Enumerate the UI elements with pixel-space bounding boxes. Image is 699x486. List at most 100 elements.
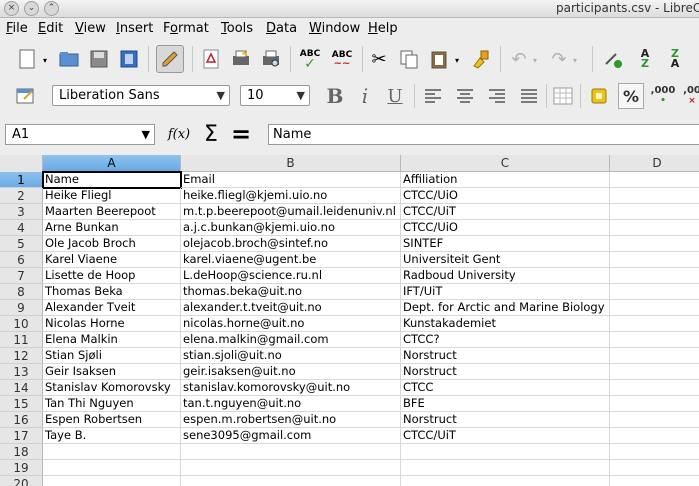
cell-b20[interactable] (181, 476, 401, 486)
cell-b15[interactable]: tan.t.nguyen@uit.no (181, 396, 401, 412)
cell-b18[interactable] (181, 444, 401, 460)
styles-icon[interactable] (12, 83, 38, 109)
row-header[interactable]: 11 (0, 332, 43, 348)
redo-icon[interactable]: ↷ (546, 46, 572, 72)
paste-icon[interactable] (426, 46, 452, 72)
copy-icon[interactable] (396, 46, 422, 72)
cell-b4[interactable]: a.j.c.bunkan@kjemi.uio.no (181, 220, 401, 236)
cell-c19[interactable] (401, 460, 610, 476)
row-header[interactable]: 12 (0, 348, 43, 364)
cell-b6[interactable]: karel.viaene@ugent.be (181, 252, 401, 268)
cell-c7[interactable]: Radboud University (401, 268, 610, 284)
merge-cells-icon[interactable] (550, 83, 576, 109)
cell-b9[interactable]: alexander.t.tveit@uit.no (181, 300, 401, 316)
cell-b7[interactable]: L.deHoop@science.ru.nl (181, 268, 401, 284)
cell-a4[interactable]: Arne Bunkan (43, 220, 181, 236)
cell-d14[interactable] (610, 380, 699, 396)
cell-d8[interactable] (610, 284, 699, 300)
cell-a11[interactable]: Elena Malkin (43, 332, 181, 348)
cell-b12[interactable]: stian.sjoli@uit.no (181, 348, 401, 364)
new-dropdown-icon[interactable]: ▾ (40, 52, 50, 68)
underline-icon[interactable]: U (382, 83, 408, 109)
save-icon[interactable] (86, 46, 112, 72)
cell-c14[interactable]: CTCC (401, 380, 610, 396)
cell-c20[interactable] (401, 476, 610, 486)
cell-c8[interactable]: IFT/UiT (401, 284, 610, 300)
row-header[interactable]: 15 (0, 396, 43, 412)
menu-view[interactable]: View (75, 21, 106, 36)
formula-input[interactable]: Name (268, 124, 699, 145)
open-folder-icon[interactable] (56, 46, 82, 72)
cell-d12[interactable] (610, 348, 699, 364)
menu-file[interactable]: File (6, 21, 28, 36)
cell-c12[interactable]: Norstruct (401, 348, 610, 364)
italic-icon[interactable]: i (352, 83, 378, 109)
row-header[interactable]: 19 (0, 460, 43, 476)
row-header[interactable]: 9 (0, 300, 43, 316)
cell-d6[interactable] (610, 252, 699, 268)
cell-d11[interactable] (610, 332, 699, 348)
cell-c3[interactable]: CTCC/UiT (401, 204, 610, 220)
cell-d1[interactable] (610, 172, 699, 188)
cut-icon[interactable]: ✂ (366, 46, 392, 72)
cell-b2[interactable]: heike.fliegl@kjemi.uio.no (181, 188, 401, 204)
cell-c11[interactable]: CTCC? (401, 332, 610, 348)
row-header[interactable]: 8 (0, 284, 43, 300)
cell-d16[interactable] (610, 412, 699, 428)
cell-a10[interactable]: Nicolas Horne (43, 316, 181, 332)
cell-b13[interactable]: geir.isaksen@uit.no (181, 364, 401, 380)
add-decimal-icon[interactable]: ,000 • (650, 83, 676, 109)
cell-d7[interactable] (610, 268, 699, 284)
menu-tools[interactable]: Tools (221, 21, 253, 36)
pdf-export-icon[interactable] (198, 46, 224, 72)
row-header[interactable]: 17 (0, 428, 43, 444)
cell-c5[interactable]: SINTEF (401, 236, 610, 252)
cell-d4[interactable] (610, 220, 699, 236)
print-preview-icon[interactable] (258, 46, 284, 72)
sort-descending-icon[interactable]: ZA (662, 46, 688, 72)
cell-a17[interactable]: Taye B. (43, 428, 181, 444)
cell-a5[interactable]: Ole Jacob Broch (43, 236, 181, 252)
cell-b16[interactable]: espen.m.robertsen@uit.no (181, 412, 401, 428)
cell-d5[interactable] (610, 236, 699, 252)
justify-icon[interactable] (516, 83, 542, 109)
maximize-window-icon[interactable]: ⌃ (44, 1, 59, 16)
currency-format-icon[interactable] (586, 83, 612, 109)
cell-b3[interactable]: m.t.p.beerepoot@umail.leidenuniv.nl (181, 204, 401, 220)
cell-d13[interactable] (610, 364, 699, 380)
cell-c6[interactable]: Universiteit Gent (401, 252, 610, 268)
cell-a20[interactable] (43, 476, 181, 486)
paste-dropdown-icon[interactable]: ▾ (452, 52, 462, 68)
cell-a16[interactable]: Espen Robertsen (43, 412, 181, 428)
cell-d9[interactable] (610, 300, 699, 316)
cell-d10[interactable] (610, 316, 699, 332)
menu-help[interactable]: Help (368, 21, 398, 36)
font-name-select[interactable]: Liberation Sans ▼ (52, 85, 230, 106)
cell-a19[interactable] (43, 460, 181, 476)
clone-formatting-icon[interactable] (468, 46, 494, 72)
delete-decimal-icon[interactable]: ,00 × (680, 83, 699, 109)
cell-b14[interactable]: stanislav.komorovsky@uit.no (181, 380, 401, 396)
column-header-a[interactable]: A (43, 155, 181, 172)
align-center-icon[interactable] (452, 83, 478, 109)
menu-edit[interactable]: Edit (38, 21, 63, 36)
formula-equals-icon[interactable]: = (228, 120, 254, 148)
edit-mode-icon[interactable] (156, 45, 184, 73)
spellcheck-icon[interactable]: ABC ✓ (296, 46, 324, 72)
cell-b5[interactable]: olejacob.broch@sintef.no (181, 236, 401, 252)
bold-icon[interactable]: B (322, 83, 348, 109)
cell-a8[interactable]: Thomas Beka (43, 284, 181, 300)
cell-c2[interactable]: CTCC/UiO (401, 188, 610, 204)
sum-icon[interactable]: Σ (198, 121, 224, 147)
row-header[interactable]: 18 (0, 444, 43, 460)
cell-b17[interactable]: sene3095@gmail.com (181, 428, 401, 444)
row-header[interactable]: 14 (0, 380, 43, 396)
menu-insert[interactable]: Insert (116, 21, 153, 36)
cell-d18[interactable] (610, 444, 699, 460)
column-header-c[interactable]: C (401, 155, 610, 172)
cell-c9[interactable]: Dept. for Arctic and Marine Biology (401, 300, 610, 316)
cell-a3[interactable]: Maarten Beerepoot (43, 204, 181, 220)
redo-dropdown-icon[interactable]: ▾ (570, 52, 580, 68)
row-header[interactable]: 20 (0, 476, 43, 486)
column-header-b[interactable]: B (181, 155, 401, 172)
